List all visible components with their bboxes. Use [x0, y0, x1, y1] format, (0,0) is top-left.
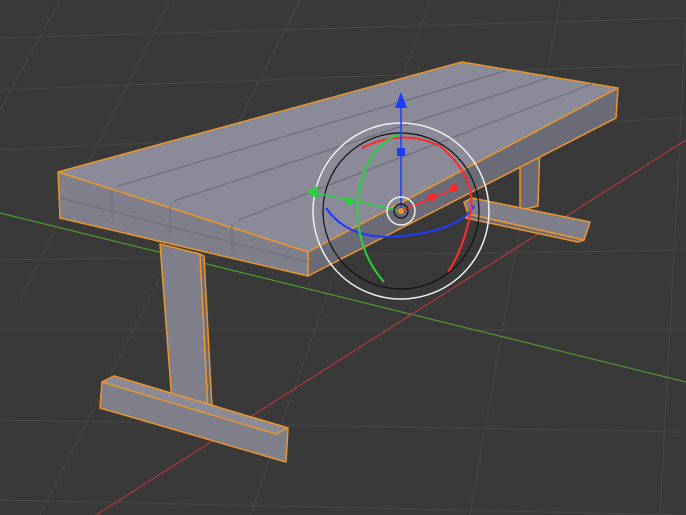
gizmo-z-scale-handle[interactable]: [397, 148, 405, 156]
gizmo-x-arrow[interactable]: [450, 184, 458, 192]
viewport-canvas[interactable]: [0, 0, 686, 515]
gizmo-y-scale-handle[interactable]: [345, 197, 353, 205]
3d-viewport[interactable]: [0, 0, 686, 515]
origin-dot: [398, 208, 404, 214]
gizmo-x-scale-handle[interactable]: [428, 193, 436, 201]
